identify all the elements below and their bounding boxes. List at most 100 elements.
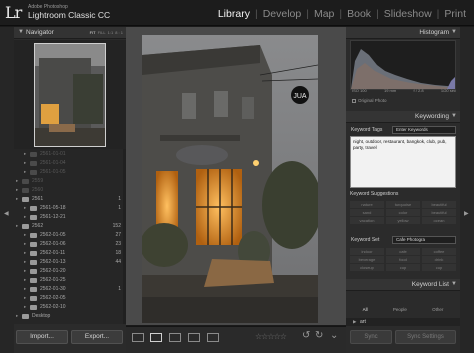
module-book[interactable]: Book: [345, 8, 373, 20]
keyword-list-header[interactable]: Keyword List ▼: [346, 279, 460, 291]
module-library[interactable]: Library: [216, 8, 252, 20]
zoom-option[interactable]: 1:1: [108, 30, 114, 35]
navigator-preview[interactable]: [14, 40, 126, 155]
sync-button[interactable]: Sync: [350, 330, 392, 344]
module-develop[interactable]: Develop: [261, 8, 304, 20]
sync-settings-button[interactable]: Sync Settings: [395, 330, 456, 344]
triangle-down-icon[interactable]: ▼: [451, 29, 457, 35]
folder-row[interactable]: ▸ 2559: [14, 178, 126, 186]
main-photo[interactable]: JUA: [142, 35, 318, 323]
loupe-view-icon[interactable]: [150, 333, 162, 342]
histogram-header[interactable]: Histogram ▼: [346, 27, 460, 39]
keyword-suggestion[interactable]: yellow: [386, 217, 420, 224]
zoom-option[interactable]: FIT: [90, 30, 96, 35]
folder-expand-icon[interactable]: ▸: [16, 313, 18, 319]
chevron-down-icon[interactable]: ⌄: [330, 330, 338, 341]
folder-row[interactable]: ▸ 2561-05-18 1: [14, 205, 126, 213]
keyword-filter-all[interactable]: All: [363, 307, 368, 315]
export-button[interactable]: Export...: [71, 330, 123, 344]
folder-expand-icon[interactable]: ▸: [16, 196, 18, 202]
keyword-suggestion[interactable]: vacation: [350, 217, 384, 224]
folder-row[interactable]: ▸ 2561 1: [14, 196, 126, 204]
keyword-suggestion[interactable]: beautiful: [422, 209, 456, 216]
histogram-graph[interactable]: [350, 40, 456, 90]
triangle-left-icon[interactable]: ◀: [4, 210, 9, 217]
triangle-down-icon[interactable]: ▼: [451, 281, 457, 287]
folder-row[interactable]: ▸ 2562-01-11 18: [14, 250, 126, 258]
folder-row[interactable]: ▸ 2560: [14, 187, 126, 195]
folder-expand-icon[interactable]: ▸: [24, 295, 26, 301]
triangle-down-icon[interactable]: ▼: [451, 113, 457, 119]
module-print[interactable]: Print: [442, 8, 468, 20]
keyword-set-item[interactable]: food: [386, 256, 420, 263]
folder-expand-icon[interactable]: ▸: [24, 304, 26, 310]
import-button[interactable]: Import...: [16, 330, 68, 344]
folder-expand-icon[interactable]: ▸: [24, 268, 26, 274]
grid-view-icon[interactable]: [132, 333, 144, 342]
keyword-set-item[interactable]: closeup: [350, 264, 384, 271]
keywording-header[interactable]: Keywording ▼: [346, 111, 460, 123]
keyword-set-item[interactable]: indoor: [350, 248, 384, 255]
folder-expand-icon[interactable]: ▸: [24, 277, 26, 283]
original-photo-toggle[interactable]: Original Photo: [352, 98, 387, 103]
triangle-right-icon[interactable]: ▶: [464, 210, 469, 217]
folder-row[interactable]: ▸ 2561-01-05: [14, 169, 126, 177]
folder-row[interactable]: ▸ 2561-12-21: [14, 214, 126, 222]
folder-expand-icon[interactable]: ▸: [16, 223, 18, 229]
compare-view-icon[interactable]: [169, 333, 181, 342]
rating-stars[interactable]: ☆☆☆☆☆: [255, 332, 287, 341]
keyword-set-item[interactable]: coffee: [422, 248, 456, 255]
keyword-suggestion[interactable]: beautiful: [422, 201, 456, 208]
keyword-set-select[interactable]: Cafe Photogra: [392, 236, 456, 244]
folder-expand-icon[interactable]: ▸: [24, 286, 26, 292]
rotate-left-icon[interactable]: ↺: [302, 330, 310, 341]
survey-view-icon[interactable]: [188, 333, 200, 342]
folder-expand-icon[interactable]: ▸: [16, 187, 18, 193]
module-slideshow[interactable]: Slideshow: [382, 8, 434, 20]
folder-expand-icon[interactable]: ▸: [24, 250, 26, 256]
keyword-suggestion[interactable]: nature: [350, 201, 384, 208]
folder-expand-icon[interactable]: ▸: [24, 214, 26, 220]
folder-row[interactable]: ▸ 2562-01-06 23: [14, 241, 126, 249]
people-view-icon[interactable]: [207, 333, 219, 342]
folder-expand-icon[interactable]: ▸: [24, 232, 26, 238]
keyword-tags-mode-select[interactable]: Enter Keywords: [392, 126, 456, 134]
folder-expand-icon[interactable]: ▸: [24, 151, 26, 157]
folder-row[interactable]: ▸ 2562-01-05 27: [14, 232, 126, 240]
folder-expand-icon[interactable]: ▸: [24, 169, 26, 175]
folder-row[interactable]: ▸ 2562 152: [14, 223, 126, 231]
zoom-option[interactable]: 8 : 1: [115, 30, 123, 35]
triangle-right-icon[interactable]: ▶: [353, 319, 356, 325]
right-panel-toggle[interactable]: ▶: [460, 27, 474, 353]
folder-expand-icon[interactable]: ▸: [24, 259, 26, 265]
folder-expand-icon[interactable]: ▸: [16, 178, 18, 184]
left-panel-toggle[interactable]: ◀: [0, 27, 14, 353]
module-map[interactable]: Map: [312, 8, 336, 20]
rotate-right-icon[interactable]: ↻: [315, 330, 323, 341]
folder-row[interactable]: ▸ 2561-01-01: [14, 151, 126, 159]
folder-row[interactable]: ▸ 2562-01-13 44: [14, 259, 126, 267]
keyword-filter-people[interactable]: People: [393, 307, 407, 315]
keyword-suggestion[interactable]: color: [386, 209, 420, 216]
keyword-set-item[interactable]: drink: [422, 256, 456, 263]
original-photo-checkbox[interactable]: [352, 99, 356, 103]
folder-expand-icon[interactable]: ▸: [24, 205, 26, 211]
folder-expand-icon[interactable]: ▸: [24, 160, 26, 166]
navigator-thumbnail[interactable]: [34, 43, 106, 147]
triangle-down-icon[interactable]: ▼: [18, 29, 24, 35]
keyword-set-item[interactable]: cup: [386, 264, 420, 271]
keyword-list-item[interactable]: ▶ art: [346, 318, 460, 326]
folder-row[interactable]: ▸ 2562-01-20: [14, 268, 126, 276]
folder-row[interactable]: ▸ 2562-01-30 1: [14, 286, 126, 294]
folder-expand-icon[interactable]: ▸: [24, 241, 26, 247]
keyword-suggestion[interactable]: sand: [350, 209, 384, 216]
keyword-set-item[interactable]: cup: [422, 264, 456, 271]
keywords-textarea[interactable]: night, outdoor, restaurant, bangkok, clu…: [350, 136, 456, 188]
folder-row[interactable]: ▸ 2562-02-10: [14, 304, 126, 312]
keyword-suggestion[interactable]: ocean: [422, 217, 456, 224]
folder-row[interactable]: ▸ 2561-01-04: [14, 160, 126, 168]
zoom-option[interactable]: FILL: [98, 30, 106, 35]
keyword-set-item[interactable]: cafe: [386, 248, 420, 255]
folder-row[interactable]: ▸ 2562-01-25: [14, 277, 126, 285]
folder-row[interactable]: ▸ Desktop: [14, 313, 126, 321]
